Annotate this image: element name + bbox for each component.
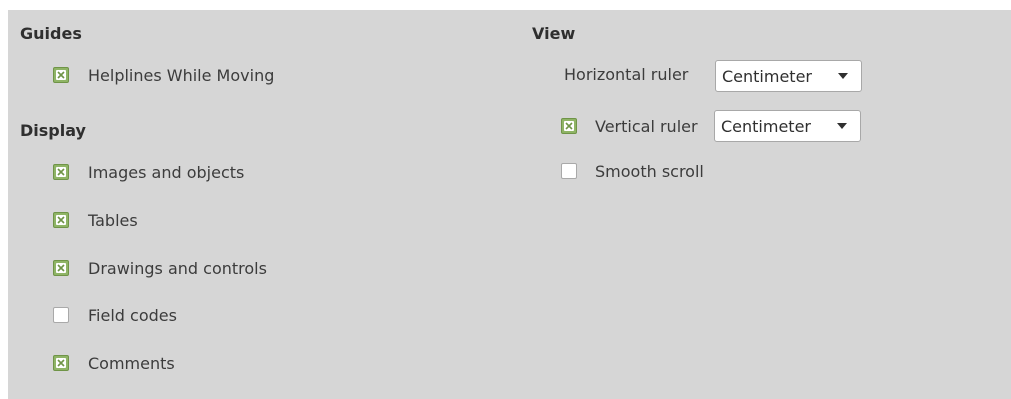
- vertical-ruler-label: Vertical ruler: [595, 116, 698, 136]
- helplines-while-moving-checkbox[interactable]: Helplines While Moving: [53, 64, 274, 86]
- options-panel: Guides Helplines While Moving Display Im…: [8, 10, 1011, 399]
- chevron-down-icon: [837, 123, 847, 129]
- checkbox-checked-icon: [53, 260, 69, 276]
- tables-label: Tables: [88, 210, 138, 230]
- vertical-ruler-unit-value: Centimeter: [721, 116, 811, 136]
- images-and-objects-label: Images and objects: [88, 162, 245, 182]
- vertical-ruler-checkbox[interactable]: Vertical ruler: [561, 115, 698, 137]
- field-codes-label: Field codes: [88, 305, 177, 325]
- guides-heading: Guides: [20, 24, 82, 43]
- checkbox-checked-icon: [561, 118, 577, 134]
- drawings-and-controls-label: Drawings and controls: [88, 258, 267, 278]
- comments-checkbox[interactable]: Comments: [53, 352, 175, 374]
- smooth-scroll-label: Smooth scroll: [595, 161, 704, 181]
- chevron-down-icon: [838, 73, 848, 79]
- horizontal-ruler-unit-value: Centimeter: [722, 66, 812, 86]
- comments-label: Comments: [88, 353, 175, 373]
- field-codes-checkbox[interactable]: Field codes: [53, 304, 177, 326]
- checkbox-checked-icon: [53, 164, 69, 180]
- checkbox-checked-icon: [53, 355, 69, 371]
- checkbox-checked-icon: [53, 212, 69, 228]
- view-heading: View: [532, 24, 576, 43]
- checkbox-unchecked-icon: [561, 163, 577, 179]
- images-and-objects-checkbox[interactable]: Images and objects: [53, 161, 244, 183]
- vertical-ruler-unit-select[interactable]: Centimeter: [714, 110, 861, 142]
- horizontal-ruler-unit-select[interactable]: Centimeter: [715, 60, 862, 92]
- drawings-and-controls-checkbox[interactable]: Drawings and controls: [53, 257, 267, 279]
- smooth-scroll-checkbox[interactable]: Smooth scroll: [561, 160, 704, 182]
- display-heading: Display: [20, 121, 86, 140]
- checkbox-checked-icon: [53, 67, 69, 83]
- tables-checkbox[interactable]: Tables: [53, 209, 138, 231]
- horizontal-ruler-label: Horizontal ruler: [564, 65, 689, 84]
- helplines-while-moving-label: Helplines While Moving: [88, 65, 275, 85]
- checkbox-unchecked-icon: [53, 307, 69, 323]
